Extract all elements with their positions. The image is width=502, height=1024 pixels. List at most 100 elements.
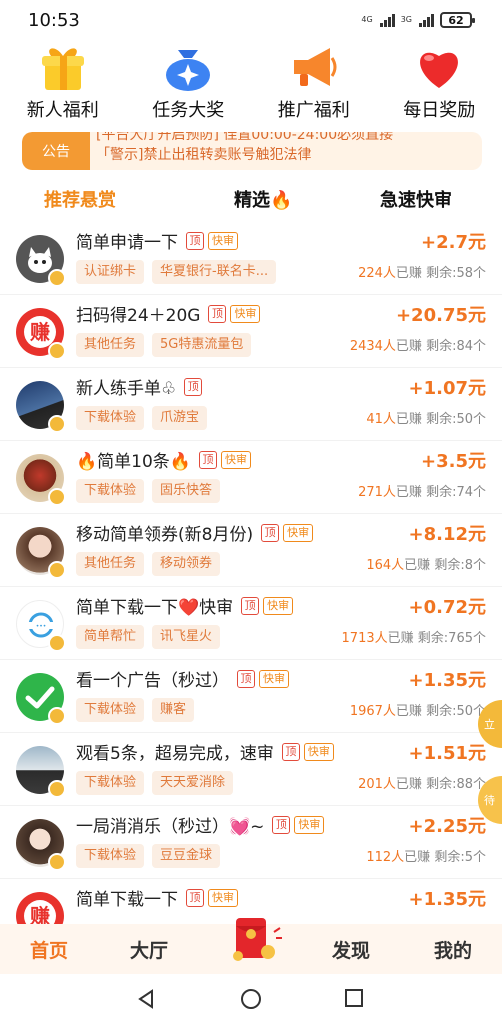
task-price: +8.12元	[408, 524, 487, 545]
task-tags: 简单帮忙 讯飞星火	[76, 625, 221, 649]
top-badge: 顶	[272, 815, 291, 834]
task-tag: 5G特惠流量包	[152, 333, 252, 357]
gift-icon	[37, 42, 89, 92]
task-tags: 下载体验 豆豆金球	[76, 844, 221, 868]
task-stats: 201人已赚 剩余:88个	[358, 773, 486, 792]
svg-text:•••: •••	[36, 623, 47, 630]
tab-featured[interactable]: 精选🔥	[234, 186, 292, 212]
task-price: +2.7元	[421, 232, 486, 253]
quick-new-user-welfare[interactable]: 新人福利	[3, 42, 123, 122]
task-title-text: 一局消消乐（秒过）💓~	[76, 817, 265, 837]
task-tag: 其他任务	[76, 552, 145, 576]
nav-discover[interactable]: 发现	[332, 936, 370, 963]
task-tag: 爪游宝	[152, 406, 208, 430]
quick-task-prize[interactable]: 任务大奖	[128, 42, 248, 122]
earned-label: 已赚	[404, 558, 431, 573]
task-price: +20.75元	[395, 305, 486, 326]
quick-promotion-welfare[interactable]: 推广福利	[254, 42, 374, 122]
floating-side-label: 立	[484, 718, 495, 731]
fast-review-badge: 快审	[208, 231, 238, 250]
task-title: 扫码得24＋20G 顶 快审	[76, 301, 261, 326]
avatar	[16, 381, 66, 433]
task-tags: 下载体验 爪游宝	[76, 406, 208, 430]
signal-icon	[419, 13, 434, 27]
status-indicators: 4G 3G 62	[361, 12, 475, 28]
task-title-text: 简单下载一下❤️快审	[76, 598, 234, 618]
task-row[interactable]: 看一个广告（秒过） 顶 快审 下载体验 赚客 +1.35元 1967人已赚 剩余…	[0, 660, 502, 733]
announcement-line: 「警示]禁止出租转卖账号触犯法律	[96, 147, 312, 163]
back-icon[interactable]	[136, 988, 156, 1014]
task-tag: 下载体验	[76, 698, 145, 722]
earned-count: 112人	[366, 850, 405, 865]
battery-icon: 62	[440, 12, 475, 28]
vip-badge-icon	[48, 269, 66, 287]
top-badge: 顶	[241, 596, 260, 615]
remaining-label: 剩余:	[434, 850, 465, 865]
remaining-count: 74个	[456, 485, 486, 500]
task-price: +1.35元	[408, 889, 487, 910]
tab-fast-review[interactable]: 急速快审	[380, 186, 452, 212]
remaining-count: 765个	[448, 631, 486, 646]
nav-mine[interactable]: 我的	[434, 936, 472, 963]
remaining-count: 84个	[456, 339, 486, 354]
quick-daily-reward[interactable]: 每日奖励	[379, 42, 499, 122]
home-circle-icon[interactable]	[240, 988, 262, 1014]
network-3g-label: 3G	[400, 15, 412, 24]
nav-home[interactable]: 首页	[30, 936, 68, 963]
remaining-count: 50个	[456, 412, 486, 427]
task-row[interactable]: 一局消消乐（秒过）💓~ 顶 快审 下载体验 豆豆金球 +2.25元 112人已赚…	[0, 806, 502, 879]
avatar	[16, 527, 66, 579]
earned-count: 224人	[358, 266, 396, 281]
recent-apps-icon[interactable]	[344, 988, 364, 1012]
earned-label: 已赚	[395, 412, 422, 427]
remaining-label: 剩余:	[426, 777, 457, 792]
task-tag: 下载体验	[76, 844, 145, 868]
task-price: +1.35元	[408, 670, 487, 691]
avatar	[16, 673, 66, 725]
fast-review-badge: 快审	[294, 815, 325, 834]
vip-badge-icon	[48, 707, 66, 725]
vip-badge-icon	[48, 853, 66, 871]
earned-label: 已赚	[395, 266, 422, 281]
task-row[interactable]: 观看5条，超易完成，速审 顶 快审 下载体验 天天爱消除 +1.51元 201人…	[0, 733, 502, 806]
task-title: 新人练手单♧ 顶	[76, 374, 203, 399]
remaining-label: 剩余:	[426, 339, 457, 354]
system-nav-bar	[0, 974, 502, 1024]
task-tags: 认证绑卡 华夏银行-联名卡...	[76, 260, 277, 284]
remaining-count: 58个	[456, 266, 486, 281]
remaining-label: 剩余:	[417, 631, 449, 646]
tab-featured-label: 精选	[234, 190, 270, 211]
remaining-label: 剩余:	[426, 266, 457, 281]
task-title: 简单申请一下 顶 快审	[76, 228, 238, 253]
task-title-text: 🔥简单10条🔥	[76, 452, 191, 472]
task-stats: 1713人已赚 剩余:765个	[342, 627, 486, 646]
task-tag: 豆豆金球	[152, 844, 221, 868]
task-list: 简单申请一下 顶 快审 认证绑卡 华夏银行-联名卡... +2.7元 224人已…	[0, 222, 502, 952]
red-envelope-icon[interactable]	[224, 912, 284, 970]
vip-badge-icon	[48, 634, 66, 652]
task-row[interactable]: 新人练手单♧ 顶 下载体验 爪游宝 +1.07元 41人已赚 剩余:50个	[0, 368, 502, 441]
task-tag: 其他任务	[76, 333, 145, 357]
task-tag: 固乐快答	[152, 479, 221, 503]
svg-text:赚: 赚	[29, 320, 50, 344]
bottom-nav: 首页 大厅 发现 我的	[0, 918, 502, 974]
task-stats: 164人已赚 剩余:8个	[366, 554, 486, 573]
tab-recommend[interactable]: 推荐悬赏	[44, 186, 116, 212]
fire-icon: 🔥	[270, 190, 293, 211]
money-bag-icon	[162, 42, 214, 92]
task-row[interactable]: 简单申请一下 顶 快审 认证绑卡 华夏银行-联名卡... +2.7元 224人已…	[0, 222, 502, 295]
task-row[interactable]: 移动简单领券(新8月份) 顶 快审 其他任务 移动领券 +8.12元 164人已…	[0, 514, 502, 587]
task-title: 观看5条，超易完成，速审 顶 快审	[76, 739, 334, 764]
task-tags: 其他任务 5G特惠流量包	[76, 333, 252, 357]
quick-label: 每日奖励	[403, 100, 476, 121]
vip-badge-icon	[48, 342, 66, 360]
task-tags: 其他任务 移动领券	[76, 552, 221, 576]
task-price: +1.07元	[408, 378, 487, 399]
task-title: 简单下载一下❤️快审 顶 快审	[76, 593, 294, 618]
earned-label: 已赚	[395, 777, 422, 792]
task-row[interactable]: ••• 简单下载一下❤️快审 顶 快审 简单帮忙 讯飞星火 +0.72元 171…	[0, 587, 502, 660]
task-row[interactable]: 🔥简单10条🔥 顶 快审 下载体验 固乐快答 +3.5元 271人已赚 剩余:7…	[0, 441, 502, 514]
announcement-bar[interactable]: 公告 [平台大厅开启预防] 佳置00:00-24:00必须直接 「警示]禁止出租…	[22, 132, 482, 170]
task-row[interactable]: 赚 扫码得24＋20G 顶 快审 其他任务 5G特惠流量包 +20.75元 24…	[0, 295, 502, 368]
nav-hall[interactable]: 大厅	[130, 936, 168, 963]
